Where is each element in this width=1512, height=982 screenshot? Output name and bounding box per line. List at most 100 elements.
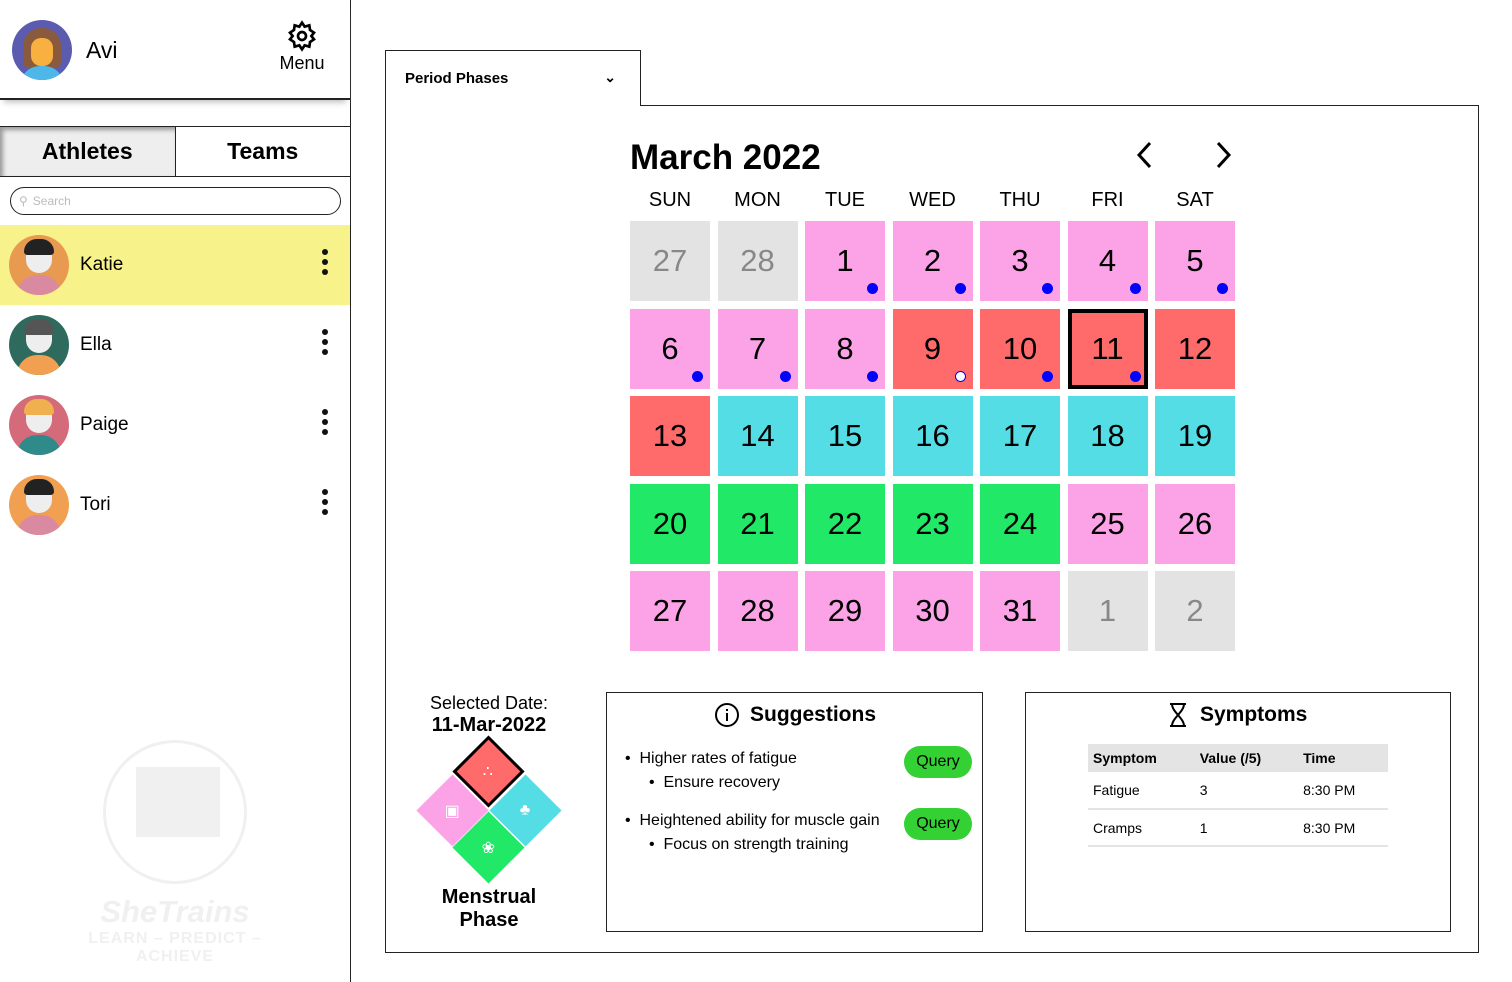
calendar-day[interactable]: 7 (717, 308, 798, 389)
info-icon (715, 703, 739, 727)
symptom-log-dot-icon (954, 283, 966, 294)
monitor-icon (136, 767, 220, 837)
calendar-day[interactable]: 21 (717, 483, 798, 564)
selected-date: Selected Date: 11-Mar-2022 (400, 693, 578, 737)
weekday-header: TUE (825, 189, 865, 211)
bed-icon: ▣ (444, 802, 461, 820)
calendar-day[interactable]: 9 (892, 308, 973, 389)
calendar-day[interactable]: 2 (892, 221, 973, 301)
search-placeholder: Search (32, 194, 71, 208)
suggestion-subitem: • Focus on strength training (649, 836, 849, 853)
symptom-log-dot-icon (1129, 283, 1141, 294)
calendar-day[interactable]: 8 (805, 308, 885, 389)
symptom-log-dot-icon (954, 370, 966, 382)
calendar-day[interactable]: 12 (1155, 308, 1235, 389)
calendar-day[interactable]: 26 (1155, 483, 1235, 564)
day-number: 28 (740, 243, 775, 278)
suggestion-subitem: • Ensure recovery (649, 774, 780, 791)
weekday-header: SAT (1176, 189, 1214, 211)
calendar-day[interactable]: 3 (980, 221, 1060, 301)
calendar-day[interactable]: 29 (805, 571, 885, 651)
athlete-item-paige[interactable]: Paige (0, 385, 350, 465)
weekday-header: MON (734, 189, 781, 211)
suggestion-item: • Higher rates of fatigue (625, 750, 797, 767)
day-number: 27 (652, 243, 688, 278)
symptom-log-dot-icon (779, 370, 791, 382)
day-number: 16 (915, 418, 950, 453)
athlete-item-tori[interactable]: Tori (0, 465, 350, 545)
athlete-item-ella[interactable]: Ella (0, 305, 350, 385)
symptom-log-dot-icon (867, 370, 878, 382)
calendar-day[interactable]: 10 (980, 308, 1060, 389)
symptom-log-dot-icon (1042, 283, 1053, 294)
day-number: 25 (1090, 505, 1125, 541)
day-number: 18 (1090, 418, 1125, 453)
day-number: 27 (652, 593, 688, 628)
calendar-day[interactable]: 19 (1155, 396, 1235, 476)
calendar-day[interactable]: 24 (980, 483, 1060, 564)
calendar-day[interactable]: 30 (892, 571, 973, 651)
search-input[interactable]: ⚲ Search (10, 187, 341, 215)
more-options-icon[interactable] (322, 329, 328, 359)
calendar-day[interactable]: 31 (980, 571, 1060, 651)
user-avatar[interactable] (12, 20, 72, 80)
calendar-day[interactable]: 5 (1155, 221, 1235, 301)
calendar-day[interactable]: 13 (630, 396, 710, 476)
calendar-day[interactable]: 16 (892, 396, 973, 476)
calendar-day-selected[interactable]: 11 (1067, 308, 1148, 389)
drops-icon: ∴ (483, 763, 494, 781)
query-button[interactable]: Query (904, 746, 972, 778)
calendar-day[interactable]: 28 (717, 571, 798, 651)
symptoms-title: Symptoms (1168, 702, 1307, 728)
prev-month-button[interactable] (1135, 140, 1155, 178)
calendar-day[interactable]: 27 (630, 221, 710, 301)
calendar-day[interactable]: 1 (805, 221, 885, 301)
day-number: 21 (740, 505, 775, 541)
calendar-day[interactable]: 22 (805, 483, 885, 564)
more-options-icon[interactable] (322, 409, 328, 439)
symptom-log-dot-icon (1129, 370, 1141, 382)
day-number: 9 (923, 330, 942, 366)
view-dropdown[interactable]: Period Phases ⌄ (385, 50, 641, 106)
logo-tagline: LEARN – PREDICT – ACHIEVE (88, 930, 262, 965)
day-number: 10 (1002, 330, 1038, 366)
day-number: 3 (1011, 243, 1029, 278)
calendar-day[interactable]: 1 (1067, 571, 1148, 651)
day-number: 28 (740, 593, 775, 628)
avatar (9, 315, 69, 375)
day-number: 2 (1186, 593, 1204, 628)
user-name: Avi (86, 37, 118, 63)
calendar-day[interactable]: 4 (1067, 221, 1148, 301)
avatar (9, 395, 69, 455)
weekday-header: FRI (1091, 189, 1124, 211)
calendar-day[interactable]: 15 (805, 396, 885, 476)
tab-teams[interactable]: Teams (176, 127, 351, 176)
menu-button[interactable]: Menu (276, 20, 328, 74)
next-month-button[interactable] (1213, 140, 1233, 178)
suggestion-item: • Heightened ability for muscle gain (625, 812, 880, 829)
day-number: 5 (1186, 243, 1204, 278)
calendar-day[interactable]: 18 (1067, 396, 1148, 476)
calendar-day[interactable]: 28 (717, 221, 798, 301)
tab-bar: Athletes Teams (0, 126, 350, 177)
calendar-day[interactable]: 14 (717, 396, 798, 476)
query-button[interactable]: Query (904, 808, 972, 840)
day-number: 7 (748, 330, 767, 366)
calendar-day[interactable]: 17 (980, 396, 1060, 476)
gear-icon (288, 20, 316, 52)
athlete-name: Tori (80, 494, 111, 515)
calendar-day[interactable]: 23 (892, 483, 973, 564)
calendar-day[interactable]: 6 (630, 308, 710, 389)
athlete-item-katie[interactable]: Katie (0, 225, 350, 305)
calendar-day[interactable]: 20 (630, 483, 710, 564)
symptom-log-dot-icon (867, 283, 878, 294)
more-options-icon[interactable] (322, 249, 328, 279)
calendar-day[interactable]: 2 (1155, 571, 1235, 651)
tab-athletes[interactable]: Athletes (0, 127, 176, 176)
calendar-day[interactable]: 25 (1067, 483, 1148, 564)
calendar-day[interactable]: 27 (630, 571, 710, 651)
more-options-icon[interactable] (322, 489, 328, 519)
trees-icon: ♣ (520, 801, 531, 819)
day-number: 1 (836, 243, 854, 278)
athlete-name: Katie (80, 254, 124, 275)
